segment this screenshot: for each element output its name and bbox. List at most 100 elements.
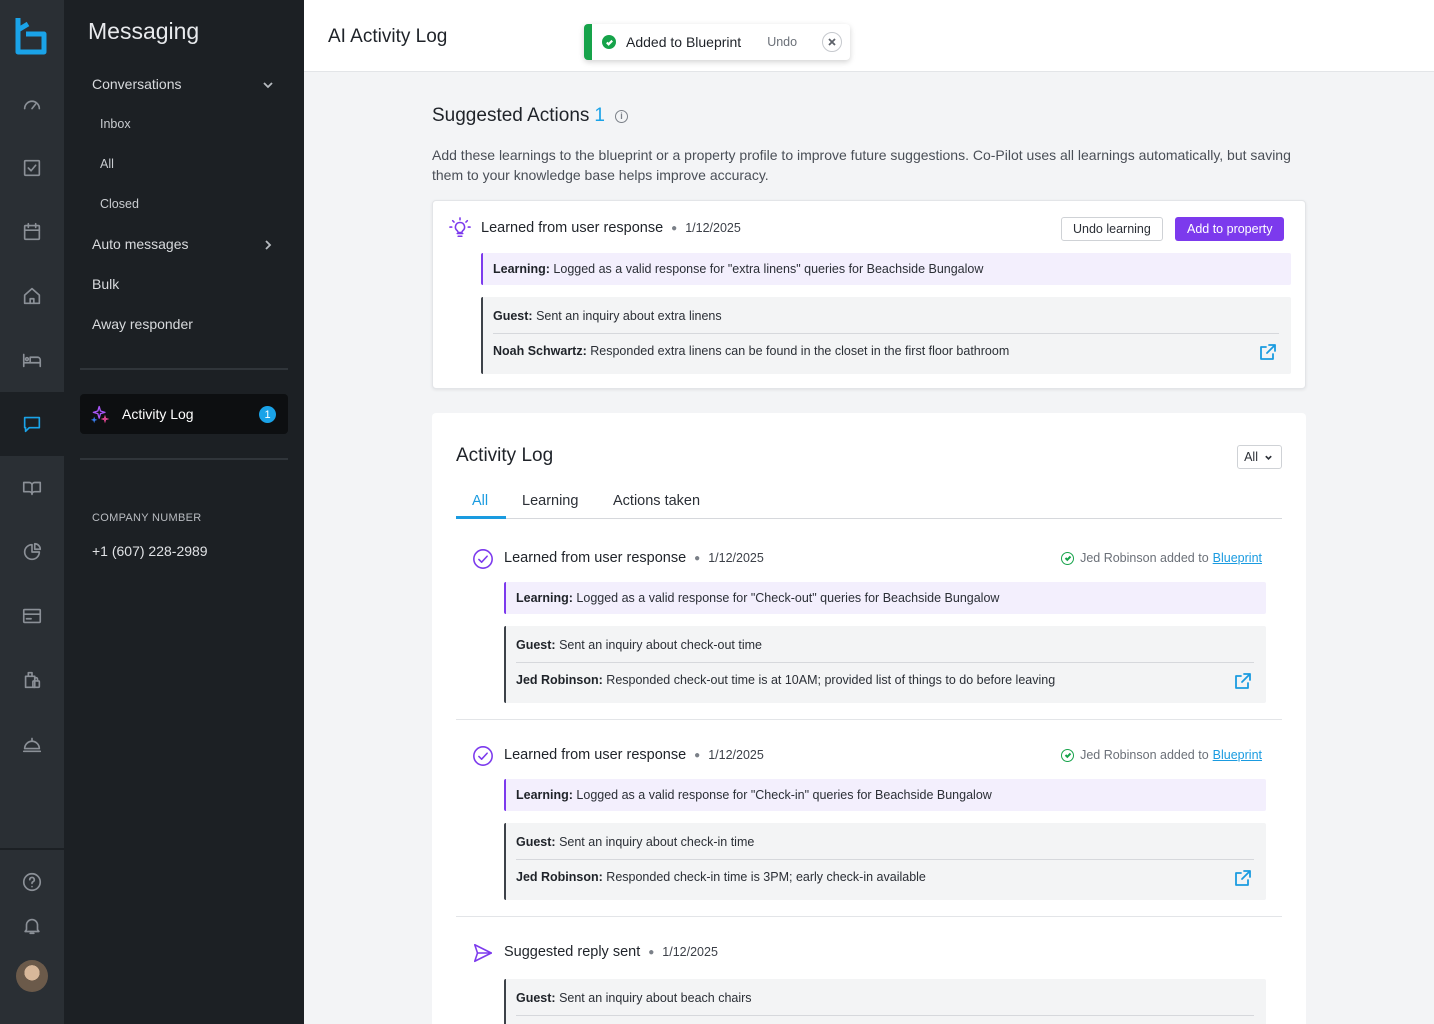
tab-all[interactable]: All bbox=[472, 493, 488, 509]
calendar-icon[interactable] bbox=[0, 200, 64, 264]
learning-box: Learning: Logged as a valid response for… bbox=[504, 582, 1266, 614]
suggested-actions-description: Add these learnings to the blueprint or … bbox=[432, 147, 1291, 183]
guest-text: Sent an inquiry about beach chairs bbox=[555, 991, 752, 1005]
entry-title: Learned from user response bbox=[504, 550, 687, 566]
entry-date: 1/12/2025 bbox=[662, 945, 718, 959]
external-link-icon[interactable] bbox=[1234, 672, 1252, 690]
nav-inbox[interactable]: Inbox bbox=[100, 117, 131, 131]
toast-message: Added to Blueprint bbox=[626, 34, 742, 50]
activity-tabs: All Learning Actions taken bbox=[456, 493, 1282, 519]
filter-select[interactable]: All bbox=[1237, 445, 1282, 469]
entry-heading: Learned from user response ● 1/12/2025 bbox=[481, 220, 741, 236]
added-text: Jed Robinson added to bbox=[1080, 748, 1209, 762]
separator-dot: ● bbox=[648, 946, 655, 958]
learning-text: Logged as a valid response for "Check-in… bbox=[572, 788, 992, 802]
host-text: Responded extra linens can be found in t… bbox=[586, 344, 1010, 358]
filter-value: All bbox=[1244, 450, 1258, 464]
nav-auto-messages-label: Auto messages bbox=[92, 236, 189, 252]
avatar[interactable] bbox=[16, 960, 48, 992]
nav-bulk[interactable]: Bulk bbox=[92, 276, 119, 292]
toast-undo-button[interactable]: Undo bbox=[767, 35, 797, 49]
messaging-subnav: Messaging Conversations Inbox All Closed… bbox=[64, 0, 304, 1024]
conversation-divider bbox=[493, 333, 1279, 334]
messaging-icon[interactable] bbox=[0, 392, 64, 456]
conversation-box: Guest: Sent an inquiry about check-out t… bbox=[504, 626, 1266, 703]
guest-label: Guest: bbox=[516, 835, 556, 849]
entry-divider bbox=[456, 916, 1282, 917]
chevron-right-icon[interactable] bbox=[262, 238, 274, 250]
host-label: Jed Robinson: bbox=[516, 673, 603, 687]
learning-box: Learning: Logged as a valid response for… bbox=[504, 779, 1266, 811]
toast-notification: Added to Blueprint Undo bbox=[584, 24, 850, 60]
nav-away-responder[interactable]: Away responder bbox=[92, 316, 193, 332]
activity-log-title: Activity Log bbox=[456, 445, 554, 466]
guest-label: Guest: bbox=[493, 309, 533, 323]
separator-dot: ● bbox=[694, 552, 701, 564]
tasks-icon[interactable] bbox=[0, 136, 64, 200]
bell-icon[interactable] bbox=[0, 894, 64, 958]
conversation-box: Guest: Sent an inquiry about beach chair… bbox=[504, 979, 1266, 1024]
added-status: Jed Robinson added to Blueprint bbox=[1061, 551, 1262, 565]
guest-label: Guest: bbox=[516, 991, 556, 1005]
check-icon bbox=[1061, 551, 1075, 565]
nav-conversations[interactable]: Conversations bbox=[92, 76, 272, 92]
dashboard-icon[interactable] bbox=[0, 72, 64, 136]
guidebook-icon[interactable] bbox=[0, 456, 64, 520]
guest-line: Guest: Sent an inquiry about beach chair… bbox=[516, 991, 752, 1005]
nav-bulk-label: Bulk bbox=[92, 276, 120, 292]
tab-learning[interactable]: Learning bbox=[522, 493, 578, 509]
add-to-property-button[interactable]: Add to property bbox=[1175, 217, 1285, 241]
company-number-label: COMPANY NUMBER bbox=[92, 512, 202, 524]
nav-auto-messages[interactable]: Auto messages bbox=[92, 236, 189, 252]
guest-line: Guest: Sent an inquiry about check-out t… bbox=[516, 638, 762, 652]
blueprint-link[interactable]: Blueprint bbox=[1213, 748, 1262, 762]
company-number[interactable]: +1 (607) 228-2989 bbox=[92, 543, 208, 559]
host-label: Jed Robinson: bbox=[516, 870, 603, 884]
nav-activity-log[interactable]: Activity Log 1 bbox=[80, 394, 288, 434]
nav-closed[interactable]: Closed bbox=[100, 197, 139, 211]
activity-log-badge: 1 bbox=[259, 406, 276, 423]
suggested-action-card: Learned from user response ● 1/12/2025 U… bbox=[432, 200, 1306, 389]
payments-icon[interactable] bbox=[0, 584, 64, 648]
luggage-icon[interactable] bbox=[0, 648, 64, 712]
nav-divider bbox=[80, 368, 288, 370]
learning-text: Logged as a valid response for "Check-ou… bbox=[572, 591, 1000, 605]
logo-icon[interactable] bbox=[14, 16, 50, 56]
learning-label: Learning: bbox=[516, 591, 573, 605]
info-icon[interactable]: i bbox=[614, 109, 628, 123]
success-check-icon bbox=[602, 35, 616, 49]
conversation-divider bbox=[516, 662, 1254, 663]
external-link-icon[interactable] bbox=[1234, 869, 1252, 887]
entry-date: 1/12/2025 bbox=[708, 551, 764, 565]
entry-heading: Learned from user response ● 1/12/2025 bbox=[504, 747, 764, 763]
nav-away-responder-label: Away responder bbox=[92, 316, 193, 332]
check-circle-icon bbox=[472, 745, 494, 767]
home-icon[interactable] bbox=[0, 264, 64, 328]
active-tab-indicator bbox=[456, 516, 506, 519]
nav-all[interactable]: All bbox=[100, 157, 114, 171]
bed-icon[interactable] bbox=[0, 328, 64, 392]
reports-icon[interactable] bbox=[0, 520, 64, 584]
undo-learning-button[interactable]: Undo learning bbox=[1061, 217, 1163, 241]
external-link-icon[interactable] bbox=[1259, 343, 1277, 361]
blueprint-link[interactable]: Blueprint bbox=[1213, 551, 1262, 565]
suggested-actions-count: 1 bbox=[594, 105, 605, 126]
entry-title: Suggested reply sent bbox=[504, 944, 641, 960]
send-icon bbox=[472, 942, 494, 964]
entry-title: Learned from user response bbox=[481, 220, 664, 236]
host-text: Responded check-in time is 3PM; early ch… bbox=[602, 870, 926, 884]
added-text: Jed Robinson added to bbox=[1080, 551, 1209, 565]
nav-inbox-label: Inbox bbox=[100, 117, 131, 131]
concierge-icon[interactable] bbox=[0, 712, 64, 776]
entry-divider bbox=[456, 719, 1282, 720]
host-text: Responded check-out time is at 10AM; pro… bbox=[602, 673, 1056, 687]
nav-closed-label: Closed bbox=[100, 197, 139, 211]
learning-text: Logged as a valid response for "extra li… bbox=[549, 262, 984, 276]
check-circle-icon bbox=[472, 548, 494, 570]
chevron-down-icon[interactable] bbox=[262, 78, 274, 90]
host-line: Jed Robinson: Responded check-out time i… bbox=[516, 673, 1055, 687]
conversation-box: Guest: Sent an inquiry about extra linen… bbox=[481, 297, 1291, 374]
entry-heading: Suggested reply sent ● 1/12/2025 bbox=[504, 944, 718, 960]
close-icon[interactable] bbox=[822, 32, 842, 52]
tab-actions-taken[interactable]: Actions taken bbox=[613, 493, 700, 509]
